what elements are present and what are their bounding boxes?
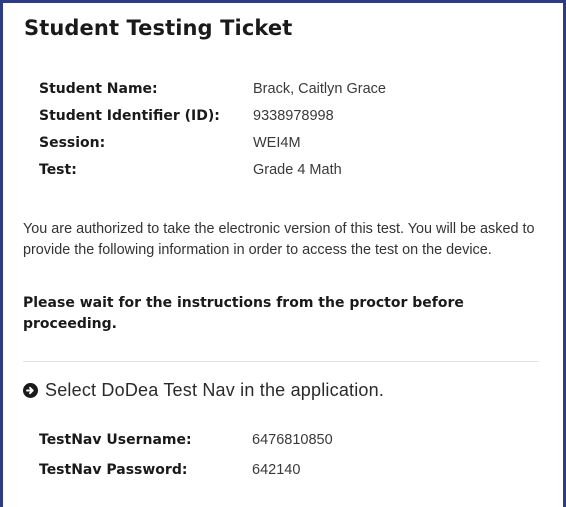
credentials-table: TestNav Username: 6476810850 TestNav Pas…: [39, 425, 333, 485]
student-name-label: Student Name:: [39, 80, 158, 97]
username-value: 6476810850: [252, 432, 333, 448]
session-value: WEI4M: [253, 134, 301, 151]
circle-arrow-right-icon: [23, 383, 38, 398]
test-label: Test:: [39, 161, 77, 178]
section-divider: [23, 361, 539, 362]
session-row: Session: WEI4M: [39, 129, 386, 156]
proctor-notice: Please wait for the instructions from th…: [23, 295, 464, 332]
student-id-label: Student Identifier (ID):: [39, 107, 220, 124]
authorization-text: You are authorized to take the electroni…: [23, 221, 535, 258]
password-row: TestNav Password: 642140: [39, 455, 333, 485]
testing-ticket: Student Testing Ticket Student Name: Bra…: [0, 0, 566, 507]
student-info-table: Student Name: Brack, Caitlyn Grace Stude…: [39, 75, 386, 183]
student-name-value: Brack, Caitlyn Grace: [253, 80, 386, 97]
session-label: Session:: [39, 134, 106, 151]
username-label: TestNav Username:: [39, 432, 192, 448]
username-row: TestNav Username: 6476810850: [39, 425, 333, 455]
test-value: Grade 4 Math: [253, 161, 342, 178]
student-id-value: 9338978998: [253, 107, 334, 124]
ticket-title: Student Testing Ticket: [24, 16, 293, 40]
student-id-row: Student Identifier (ID): 9338978998: [39, 102, 386, 129]
test-row: Test: Grade 4 Math: [39, 156, 386, 183]
student-name-row: Student Name: Brack, Caitlyn Grace: [39, 75, 386, 102]
password-label: TestNav Password:: [39, 462, 188, 478]
password-value: 642140: [252, 462, 301, 478]
instruction-line: Select DoDea Test Nav in the application…: [23, 380, 384, 401]
instruction-text: Select DoDea Test Nav in the application…: [45, 380, 385, 400]
